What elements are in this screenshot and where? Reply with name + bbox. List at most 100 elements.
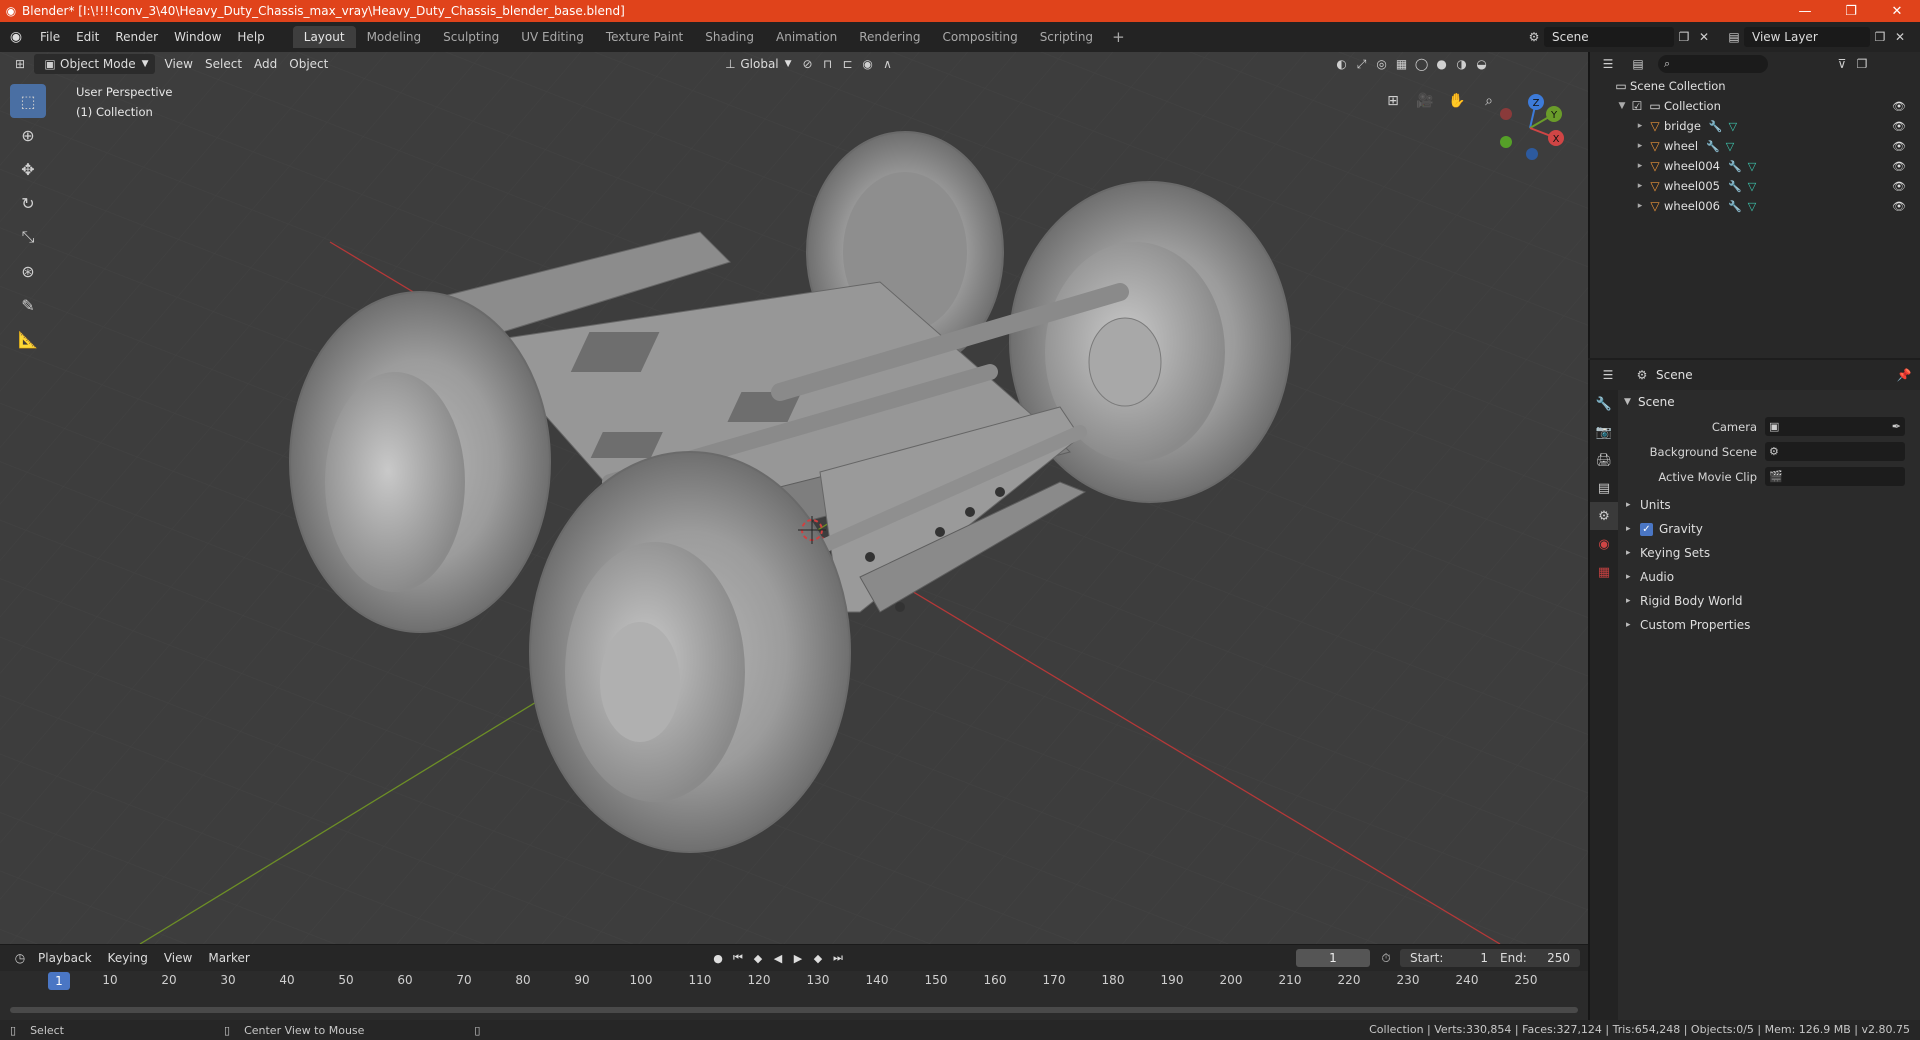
display-mode-icon[interactable]: ▤ [1628,54,1648,74]
menu-render[interactable]: Render [107,30,166,44]
view-layer-field[interactable]: View Layer [1744,27,1870,47]
tab-uv-editing[interactable]: UV Editing [510,26,595,48]
outliner-object-wheel[interactable]: ▸ ▽ wheel 🔧 ▽ 👁 [1590,136,1920,156]
mesh-data-icon[interactable]: ▽ [1748,180,1756,193]
next-keyframe-icon[interactable]: ◆ [810,949,826,967]
close-button[interactable]: ✕ [1874,0,1920,22]
scene-icon[interactable]: ⚙ [1524,27,1544,47]
gravity-panel[interactable]: ▸ ✓ Gravity [1620,517,1920,541]
outliner-scene-collection[interactable]: ▭ Scene Collection [1590,76,1920,96]
tab-texture-paint[interactable]: Texture Paint [595,26,694,48]
timeline-scrollbar[interactable] [10,1007,1578,1013]
delete-scene-icon[interactable]: ✕ [1694,27,1714,47]
modifier-icon[interactable]: 🔧 [1728,200,1742,213]
expand-arrow-icon[interactable]: ▸ [1634,141,1646,151]
tab-modeling[interactable]: Modeling [356,26,433,48]
eye-icon[interactable]: 👁 [1892,140,1906,153]
navigation-gizmo[interactable]: Z Y X [1490,88,1570,168]
expand-arrow-icon[interactable]: ▼ [1616,101,1628,111]
pan-hand-icon[interactable]: ✋ [1444,88,1470,114]
viewport-menu-view[interactable]: View [159,54,199,74]
outliner-object-wheel005[interactable]: ▸ ▽ wheel005 🔧 ▽ 👁 [1590,176,1920,196]
overlay-toggle-icon[interactable]: ◎ [1372,54,1392,74]
eye-icon[interactable]: 👁 [1892,120,1906,133]
snap-target-icon[interactable]: ⊏ [838,54,858,74]
texture-properties-icon[interactable]: ▦ [1590,558,1618,586]
viewport-menu-object[interactable]: Object [283,54,334,74]
modifier-icon[interactable]: 🔧 [1728,160,1742,173]
delete-view-layer-icon[interactable]: ✕ [1890,27,1910,47]
maximize-button[interactable]: ❐ [1828,0,1874,22]
timeline-menu-playback[interactable]: Playback [30,951,100,965]
view-layer-icon[interactable]: ▤ [1724,27,1744,47]
mesh-data-icon[interactable]: ▽ [1748,160,1756,173]
start-frame-field[interactable]: Start: 1 [1400,949,1498,967]
tab-compositing[interactable]: Compositing [931,26,1028,48]
rotate-icon[interactable]: ↻ [10,186,46,220]
menu-edit[interactable]: Edit [68,30,107,44]
expand-arrow-icon[interactable]: ▸ [1634,181,1646,191]
scene-properties-icon[interactable]: ⚙ [1590,502,1618,530]
timeline-menu-marker[interactable]: Marker [200,951,257,965]
viewport-menu-add[interactable]: Add [248,54,283,74]
stopwatch-icon[interactable]: ⏱ [1376,948,1396,968]
add-workspace-icon[interactable]: + [1104,28,1133,46]
audio-panel[interactable]: ▸ Audio [1620,565,1920,589]
new-view-layer-icon[interactable]: ❐ [1870,27,1890,47]
orientation-dropdown[interactable]: ⊥ Global ▼ [714,54,797,74]
units-panel[interactable]: ▸ Units [1620,493,1920,517]
solid-shading-icon[interactable]: ● [1432,54,1452,74]
world-properties-icon[interactable]: ◉ [1590,530,1618,558]
prev-keyframe-icon[interactable]: ◆ [750,949,766,967]
eye-icon[interactable]: 👁 [1892,180,1906,193]
blender-menu-icon[interactable]: ◉ [0,29,32,45]
modifier-icon[interactable]: 🔧 [1728,180,1742,193]
gravity-checkbox[interactable]: ✓ [1640,522,1653,536]
mesh-data-icon[interactable]: ▽ [1726,140,1734,153]
menu-window[interactable]: Window [166,30,229,44]
expand-arrow-icon[interactable]: ▸ [1634,121,1646,131]
new-scene-icon[interactable]: ❐ [1674,27,1694,47]
outliner-object-wheel006[interactable]: ▸ ▽ wheel006 🔧 ▽ 👁 [1590,196,1920,216]
3d-viewport[interactable]: ⊞ ▣ Object Mode ▼ View Select Add Object… [0,52,1588,944]
scale-icon[interactable]: ⤡ [10,220,46,254]
transform-icon[interactable]: ⊛ [10,254,46,288]
end-frame-field[interactable]: End: 250 [1490,949,1580,967]
move-icon[interactable]: ✥ [10,152,46,186]
neg-z-handle[interactable] [1526,148,1538,160]
snap-icon[interactable]: ⊓ [818,54,838,74]
timeline-menu-view[interactable]: View [156,951,200,965]
expand-arrow-icon[interactable]: ▸ [1634,161,1646,171]
tab-scripting[interactable]: Scripting [1029,26,1104,48]
properties-editor-icon[interactable]: ☰ [1598,365,1618,385]
pin-icon[interactable]: 📌 [1894,365,1914,385]
tab-sculpting[interactable]: Sculpting [432,26,510,48]
annotate-icon[interactable]: ✎ [10,288,46,322]
current-frame-indicator[interactable]: 1 [48,972,70,990]
render-properties-icon[interactable]: 📷 [1590,418,1618,446]
jump-start-icon[interactable]: ⏮ [730,949,746,967]
wireframe-shading-icon[interactable]: ◯ [1412,54,1432,74]
select-box-icon[interactable]: ⬚ [10,84,46,118]
background-scene-field[interactable]: ⚙ [1765,442,1905,461]
scene-panel-header[interactable]: ▼ Scene [1620,390,1920,414]
view-layer-properties-icon[interactable]: ▤ [1590,474,1618,502]
outliner-collection[interactable]: ▼ ☑ ▭ Collection 👁 [1590,96,1920,116]
cursor-icon[interactable]: ⊕ [10,118,46,152]
rigid-body-world-panel[interactable]: ▸ Rigid Body World [1620,589,1920,613]
menu-file[interactable]: File [32,30,68,44]
custom-properties-panel[interactable]: ▸ Custom Properties [1620,613,1920,637]
outliner-object-bridge[interactable]: ▸ ▽ bridge 🔧 ▽ 👁 [1590,116,1920,136]
xray-icon[interactable]: ▦ [1392,54,1412,74]
filter-icon[interactable]: ⊽ [1832,54,1852,74]
keying-sets-panel[interactable]: ▸ Keying Sets [1620,541,1920,565]
neg-x-handle[interactable] [1500,108,1512,120]
mesh-data-icon[interactable]: ▽ [1729,120,1737,133]
viewport-menu-select[interactable]: Select [199,54,248,74]
modifier-icon[interactable]: 🔧 [1706,140,1720,153]
editor-type-icon[interactable]: ⊞ [10,54,30,74]
output-properties-icon[interactable]: 🖨 [1590,446,1618,474]
mode-dropdown[interactable]: ▣ Object Mode ▼ [34,54,155,74]
outliner-editor-icon[interactable]: ☰ [1598,54,1618,74]
mesh-data-icon[interactable]: ▽ [1748,200,1756,213]
